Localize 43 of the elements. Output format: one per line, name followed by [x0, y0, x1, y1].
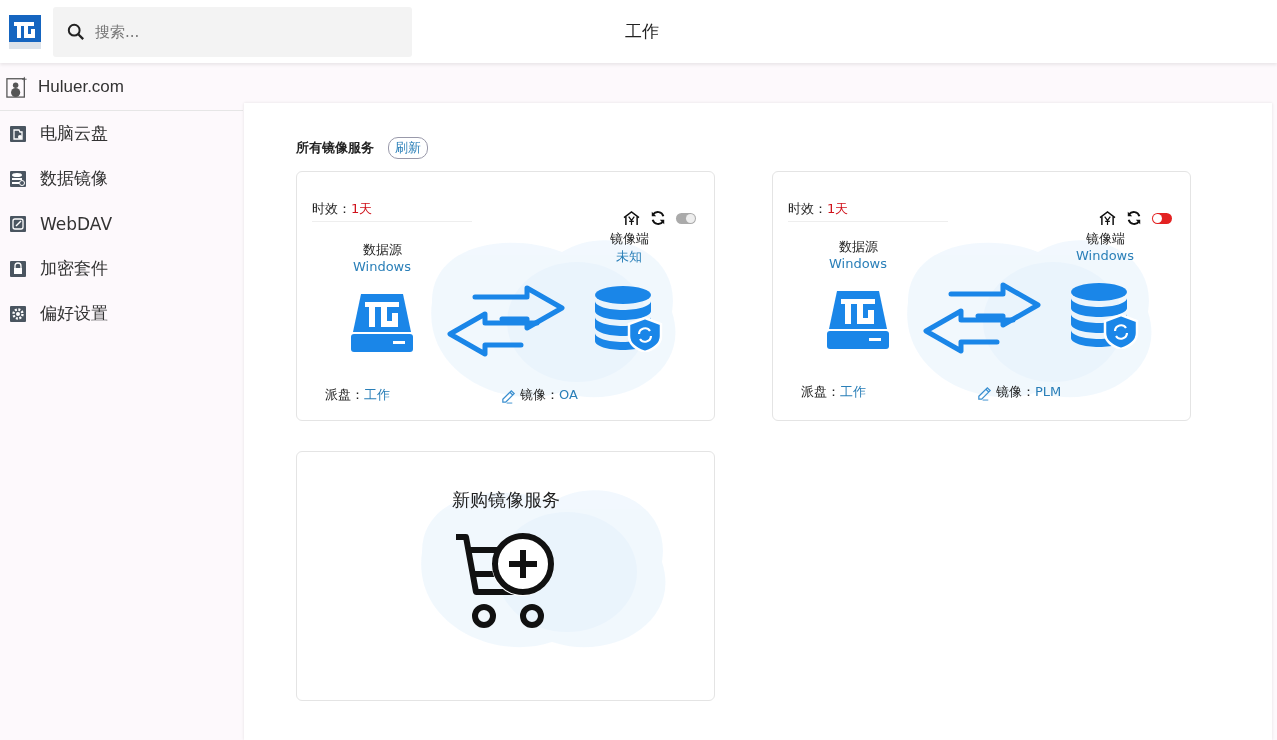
source-label: 数据源: [838, 238, 878, 256]
refresh-button[interactable]: 刷新: [388, 137, 428, 159]
source-value: Windows: [353, 259, 411, 274]
database-shield-icon: [1071, 283, 1139, 349]
toggle-switch[interactable]: [676, 212, 696, 224]
target-value: Windows: [1076, 248, 1134, 263]
refresh-icon[interactable]: [1126, 210, 1142, 226]
sidebar-item[interactable]: WebDAV: [0, 201, 243, 246]
mirror-text: 镜像：OA: [520, 386, 578, 404]
database-shield-icon: [595, 286, 663, 352]
page-title: 工作: [625, 21, 659, 41]
app-logo: [8, 13, 42, 50]
database-icon: [9, 169, 27, 188]
source-label: 数据源: [362, 241, 402, 259]
sidebar-item[interactable]: 偏好设置: [0, 291, 243, 336]
search-field[interactable]: 搜索...: [53, 6, 412, 57]
sidebar-item[interactable]: 数据镜像: [0, 156, 243, 201]
sidebar-item[interactable]: 电脑云盘: [0, 111, 243, 156]
house-yen-icon[interactable]: [1099, 210, 1116, 226]
mirror-text: 镜像：PLM: [996, 383, 1062, 401]
target-value: 未知: [616, 248, 642, 266]
disk-text: 派盘：工作: [325, 386, 390, 404]
account-row[interactable]: Huluer.com: [0, 64, 243, 111]
validity-text: 时效：1天: [312, 200, 472, 222]
edit-icon: [9, 214, 27, 233]
user-avatar-icon: [6, 76, 28, 98]
disk-text: 派盘：工作: [801, 383, 866, 401]
refresh-icon[interactable]: [650, 210, 666, 226]
lock-icon: [9, 259, 27, 278]
target-label: 镜像端: [1085, 230, 1125, 248]
toggle-switch[interactable]: [1152, 212, 1172, 224]
target-label: 镜像端: [609, 230, 649, 248]
drive-icon: [827, 291, 889, 349]
house-yen-icon[interactable]: [623, 210, 640, 226]
purchase-card[interactable]: 新购镜像服务: [296, 451, 715, 701]
sidebar-item[interactable]: 加密套件: [0, 246, 243, 291]
settings-icon: [9, 304, 27, 323]
drive-icon: [351, 294, 413, 352]
source-value: Windows: [829, 256, 887, 271]
validity-text: 时效：1天: [788, 200, 948, 222]
section-title: 所有镜像服务: [296, 139, 374, 157]
purchase-title: 新购镜像服务: [451, 488, 560, 512]
folder-icon: [9, 124, 27, 143]
